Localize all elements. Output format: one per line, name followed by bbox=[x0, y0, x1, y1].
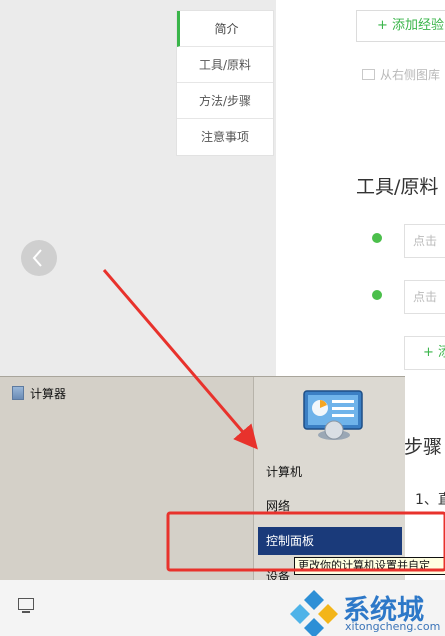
previous-button[interactable] bbox=[21, 240, 57, 276]
side-nav: 简介 工具/原料 方法/步骤 注意事项 bbox=[176, 10, 274, 156]
tools-section-title: 工具/原料 bbox=[356, 176, 439, 198]
image-icon bbox=[362, 69, 375, 80]
add-tool-button[interactable]: + 添 bbox=[404, 336, 445, 370]
nav-item-steps[interactable]: 方法/步骤 bbox=[177, 83, 273, 119]
image-hint-label: 从右侧图库 bbox=[380, 68, 441, 82]
tool-input-1[interactable]: 点击 bbox=[404, 224, 445, 258]
calculator-icon bbox=[12, 386, 24, 400]
watermark-url: xitongcheng.com bbox=[345, 620, 441, 633]
start-menu-programs: 计算器 bbox=[0, 377, 254, 581]
chevron-left-icon bbox=[32, 249, 42, 267]
steps-section-title: 步骤 bbox=[404, 436, 443, 458]
control-panel-icon bbox=[303, 390, 363, 440]
step-item-1: 1、直 bbox=[415, 492, 445, 508]
tool-bullet-dot bbox=[372, 290, 382, 300]
network-item[interactable]: 网络 bbox=[266, 497, 290, 514]
start-menu-places: 计算机 网络 控制面板 设备 bbox=[254, 377, 405, 581]
control-panel-tooltip: 更改你的计算机设置并自定 bbox=[294, 557, 445, 575]
calculator-label: 计算器 bbox=[30, 387, 67, 401]
steps-panel bbox=[405, 376, 445, 580]
control-panel-item[interactable]: 控制面板 bbox=[258, 527, 402, 555]
nav-item-tools[interactable]: 工具/原料 bbox=[177, 47, 273, 83]
monitor-icon[interactable] bbox=[18, 598, 34, 613]
start-menu: 计算器 计算机 网络 控制面板 设备 bbox=[0, 376, 405, 581]
tool-bullet-dot bbox=[372, 233, 382, 243]
image-library-hint[interactable]: 从右侧图库 bbox=[362, 66, 445, 83]
add-experience-button[interactable]: + 添加经验 bbox=[356, 10, 445, 42]
nav-item-intro[interactable]: 简介 bbox=[177, 11, 273, 47]
computer-item[interactable]: 计算机 bbox=[266, 463, 302, 480]
tool-input-2[interactable]: 点击 bbox=[404, 280, 445, 314]
calculator-item[interactable]: 计算器 bbox=[12, 385, 66, 402]
nav-item-notes[interactable]: 注意事项 bbox=[177, 119, 273, 155]
